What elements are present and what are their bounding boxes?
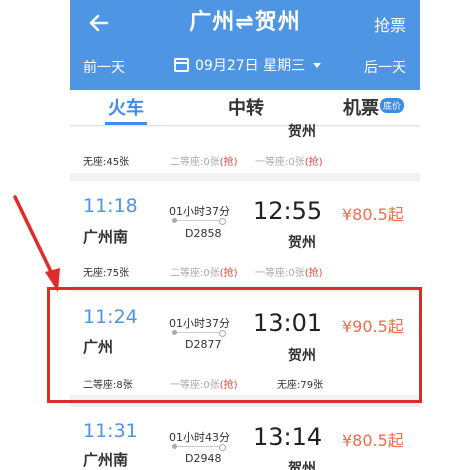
- seat-info: 一等座:0张(抢): [255, 157, 323, 168]
- arrival-station: 贺州: [288, 124, 316, 140]
- date-selector[interactable]: 09月27日 星期三: [174, 55, 322, 75]
- tab-transfer[interactable]: 中转: [228, 94, 264, 120]
- arrival-station: 贺州: [288, 461, 316, 470]
- rob-ticket-button[interactable]: 抢票: [374, 12, 406, 36]
- chevron-down-icon: [313, 62, 322, 68]
- arrival-station: 贺州: [288, 235, 316, 251]
- next-day-button[interactable]: 后一天: [364, 57, 406, 77]
- lowest-price-badge: 底价: [380, 98, 405, 113]
- seat-info: 无座:75张: [83, 268, 130, 279]
- price: ¥80.5起: [342, 431, 404, 450]
- train-number: D2948: [185, 452, 222, 465]
- arrival-time: 13:14: [253, 423, 323, 451]
- tab-bar: 火车 中转 机票 底价: [70, 90, 420, 126]
- duration: 01小时43分: [169, 431, 230, 444]
- train-card-partial[interactable]: 贺州 无座:45张 二等座:0张(抢) 一等座:0张(抢): [70, 124, 420, 173]
- train-card[interactable]: 11:31 广州南 01小时43分 D2948 13:14 贺州 ¥80.5起: [70, 407, 420, 470]
- seat-info: 二等座:0张(抢): [170, 157, 238, 168]
- departure-station: 广州南: [83, 228, 129, 246]
- tab-flight[interactable]: 机票: [343, 94, 379, 120]
- arrival-time: 12:55: [253, 197, 323, 225]
- train-card[interactable]: 11:18 广州南 01小时37分 D2858 12:55 贺州 ¥80.5起 …: [70, 181, 420, 286]
- departure-time: 11:18: [83, 195, 138, 217]
- annotation-highlight-box: [47, 287, 422, 403]
- train-number: D2858: [185, 227, 222, 240]
- tab-train[interactable]: 火车: [108, 94, 144, 120]
- header-bar: 广州⇌贺州 抢票 前一天 09月27日 星期三 后一天: [70, 0, 420, 90]
- duration: 01小时37分: [169, 205, 230, 218]
- departure-time: 11:31: [83, 420, 138, 442]
- route-line: [172, 444, 226, 451]
- seat-info: 无座:45张: [83, 157, 130, 168]
- calendar-icon: [174, 58, 189, 72]
- seat-info: 二等座:0张(抢): [170, 268, 238, 279]
- price: ¥80.5起: [342, 205, 404, 224]
- date-label: 09月27日 星期三: [195, 58, 306, 74]
- departure-station: 广州南: [83, 451, 129, 469]
- seat-info: 一等座:0张(抢): [255, 268, 323, 279]
- tab-active-indicator: [105, 122, 147, 125]
- route-line: [172, 218, 226, 225]
- route-title: 广州⇌贺州: [189, 10, 301, 35]
- prev-day-button[interactable]: 前一天: [83, 57, 125, 77]
